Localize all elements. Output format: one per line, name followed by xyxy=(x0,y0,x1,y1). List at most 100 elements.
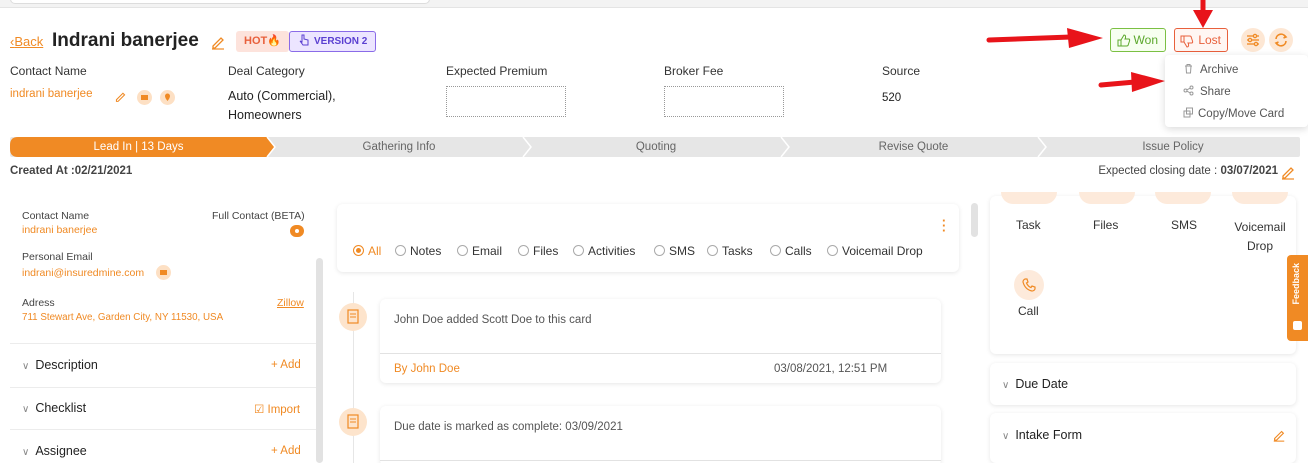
annotation-arrow-to-won xyxy=(986,28,1103,48)
radio-selected xyxy=(353,245,364,256)
intake-form-toggle[interactable]: ∨ Intake Form xyxy=(1002,428,1082,442)
stage-revise-quote[interactable]: Revise Quote xyxy=(789,137,1038,157)
version-badge[interactable]: VERSION 2 xyxy=(289,31,377,52)
menu-item-share[interactable]: Share xyxy=(1183,85,1231,98)
contact-name-link[interactable]: indrani banerjee xyxy=(10,88,92,100)
send-email-button[interactable] xyxy=(156,265,171,280)
radio xyxy=(573,245,584,256)
left-contact-name-link[interactable]: indrani banerjee xyxy=(22,224,97,236)
location-pin-icon xyxy=(165,93,170,101)
voicemail-icon[interactable] xyxy=(1232,192,1288,204)
import-checklist-button[interactable]: ☑ Import xyxy=(254,402,300,416)
more-options-icon[interactable]: · · · xyxy=(942,214,946,237)
personal-email-label: Personal Email xyxy=(22,251,93,263)
radio xyxy=(707,245,718,256)
broker-fee-input[interactable] xyxy=(664,86,784,117)
sms-action[interactable]: SMS xyxy=(1171,218,1197,232)
menu-item-archive[interactable]: Archive xyxy=(1183,63,1238,76)
description-section-toggle[interactable]: ∨ Description xyxy=(22,358,98,372)
files-action[interactable]: Files xyxy=(1093,218,1118,232)
files-icon[interactable] xyxy=(1079,192,1135,204)
divider xyxy=(380,460,941,461)
filter-tasks-label: Tasks xyxy=(722,244,753,258)
filter-voicemail-drop[interactable]: Voicemail Drop xyxy=(827,244,923,258)
activity-scrollbar[interactable] xyxy=(971,203,978,237)
due-date-title: Due Date xyxy=(1015,377,1069,391)
voicemail-drop-action[interactable]: Voicemail Drop xyxy=(1231,218,1289,256)
task-icon[interactable] xyxy=(1001,192,1057,204)
top-search-pill xyxy=(10,0,430,4)
zillow-link[interactable]: Zillow xyxy=(277,297,304,309)
edit-title-pencil-icon[interactable] xyxy=(210,34,226,50)
edit-contact-pencil-icon[interactable] xyxy=(114,90,127,103)
location-contact-button[interactable] xyxy=(160,90,175,105)
view-full-contact-button[interactable] xyxy=(290,225,304,237)
drop-label: Drop xyxy=(1246,239,1273,253)
filter-activities[interactable]: Activities xyxy=(573,244,635,258)
sms-icon[interactable] xyxy=(1155,192,1211,204)
left-panel-scrollbar[interactable] xyxy=(316,258,323,463)
expected-premium-input[interactable] xyxy=(446,86,566,117)
call-button[interactable] xyxy=(1014,270,1044,300)
edit-intake-form-pencil-icon[interactable] xyxy=(1272,428,1286,442)
filter-all[interactable]: All xyxy=(353,244,381,258)
back-link[interactable]: ‹Back xyxy=(10,34,43,49)
feedback-label: Feedback xyxy=(1291,263,1301,305)
checklist-title: Checklist xyxy=(35,401,87,415)
activity-panel: · · · All Notes Email Files Activities SMS… xyxy=(333,200,971,463)
contact-details-panel: Contact Name indrani banerjee Full Conta… xyxy=(10,200,317,463)
lost-label: Lost xyxy=(1198,33,1221,47)
due-date-section[interactable]: ∨ Due Date xyxy=(990,363,1296,405)
filter-sms[interactable]: SMS xyxy=(654,244,695,258)
lost-button[interactable]: Lost xyxy=(1174,28,1228,52)
address-label: Adress xyxy=(22,297,55,309)
radio xyxy=(457,245,468,256)
won-button[interactable]: Won xyxy=(1110,28,1166,52)
filter-files[interactable]: Files xyxy=(518,244,558,258)
stage-quoting[interactable]: Quoting xyxy=(531,137,781,157)
checklist-section-toggle[interactable]: ∨ Checklist xyxy=(22,401,86,415)
intake-form-section[interactable]: ∨ Intake Form xyxy=(990,413,1296,463)
divider xyxy=(10,343,317,344)
filter-calls-label: Calls xyxy=(785,244,812,258)
share-icon xyxy=(1183,85,1194,96)
left-contact-name-label: Contact Name xyxy=(22,210,90,222)
contact-title: Indrani banerjee xyxy=(52,30,199,51)
add-description-button[interactable]: + Add xyxy=(271,359,301,371)
quick-actions-panel: Task Files SMS Voicemail Drop Call ∨ Due D… xyxy=(990,192,1296,463)
filter-tasks[interactable]: Tasks xyxy=(707,244,753,258)
mail-icon xyxy=(160,270,167,275)
pointer-hand-icon xyxy=(299,34,309,46)
copy-icon xyxy=(1183,107,1193,118)
add-assignee-button[interactable]: + Add xyxy=(271,445,301,457)
call-action[interactable]: Call xyxy=(1018,304,1039,318)
filter-sms-label: SMS xyxy=(669,244,696,258)
version-badge-label: VERSION 2 xyxy=(314,36,368,47)
feedback-tab[interactable]: Feedback xyxy=(1287,255,1308,341)
activity-filter-bar: · · · All Notes Email Files Activities SMS… xyxy=(337,204,959,272)
chevron-down-icon: ∨ xyxy=(22,447,30,458)
browser-top-strip xyxy=(0,0,1308,8)
chevron-down-icon: ∨ xyxy=(22,404,30,415)
full-contact-label: Full Contact (BETA) xyxy=(212,210,305,222)
filter-email[interactable]: Email xyxy=(457,244,502,258)
task-action[interactable]: Task xyxy=(1016,218,1041,232)
refresh-button[interactable] xyxy=(1269,28,1293,52)
created-value: 02/21/2021 xyxy=(74,165,133,177)
chevron-down-icon: ∨ xyxy=(1002,431,1010,442)
phone-icon xyxy=(1022,278,1036,292)
filter-notes-label: Notes xyxy=(410,244,442,258)
email-contact-button[interactable] xyxy=(137,90,152,105)
stage-issue-policy[interactable]: Issue Policy xyxy=(1046,137,1300,157)
stage-gathering-info[interactable]: Gathering Info xyxy=(275,137,523,157)
edit-closing-date-pencil-icon[interactable] xyxy=(1280,164,1296,180)
filter-settings-button[interactable] xyxy=(1241,28,1265,52)
eye-icon xyxy=(295,229,299,233)
due-date-toggle[interactable]: ∨ Due Date xyxy=(1002,377,1068,391)
filter-calls[interactable]: Calls xyxy=(770,244,812,258)
stage-lead-in[interactable]: Lead In | 13 Days xyxy=(10,137,267,157)
assignee-section-toggle[interactable]: ∨ Assignee xyxy=(22,444,87,458)
personal-email-link[interactable]: indrani@insuredmine.com xyxy=(22,267,144,279)
filter-notes[interactable]: Notes xyxy=(395,244,441,258)
menu-item-copy-move[interactable]: Copy/Move Card xyxy=(1183,107,1284,120)
